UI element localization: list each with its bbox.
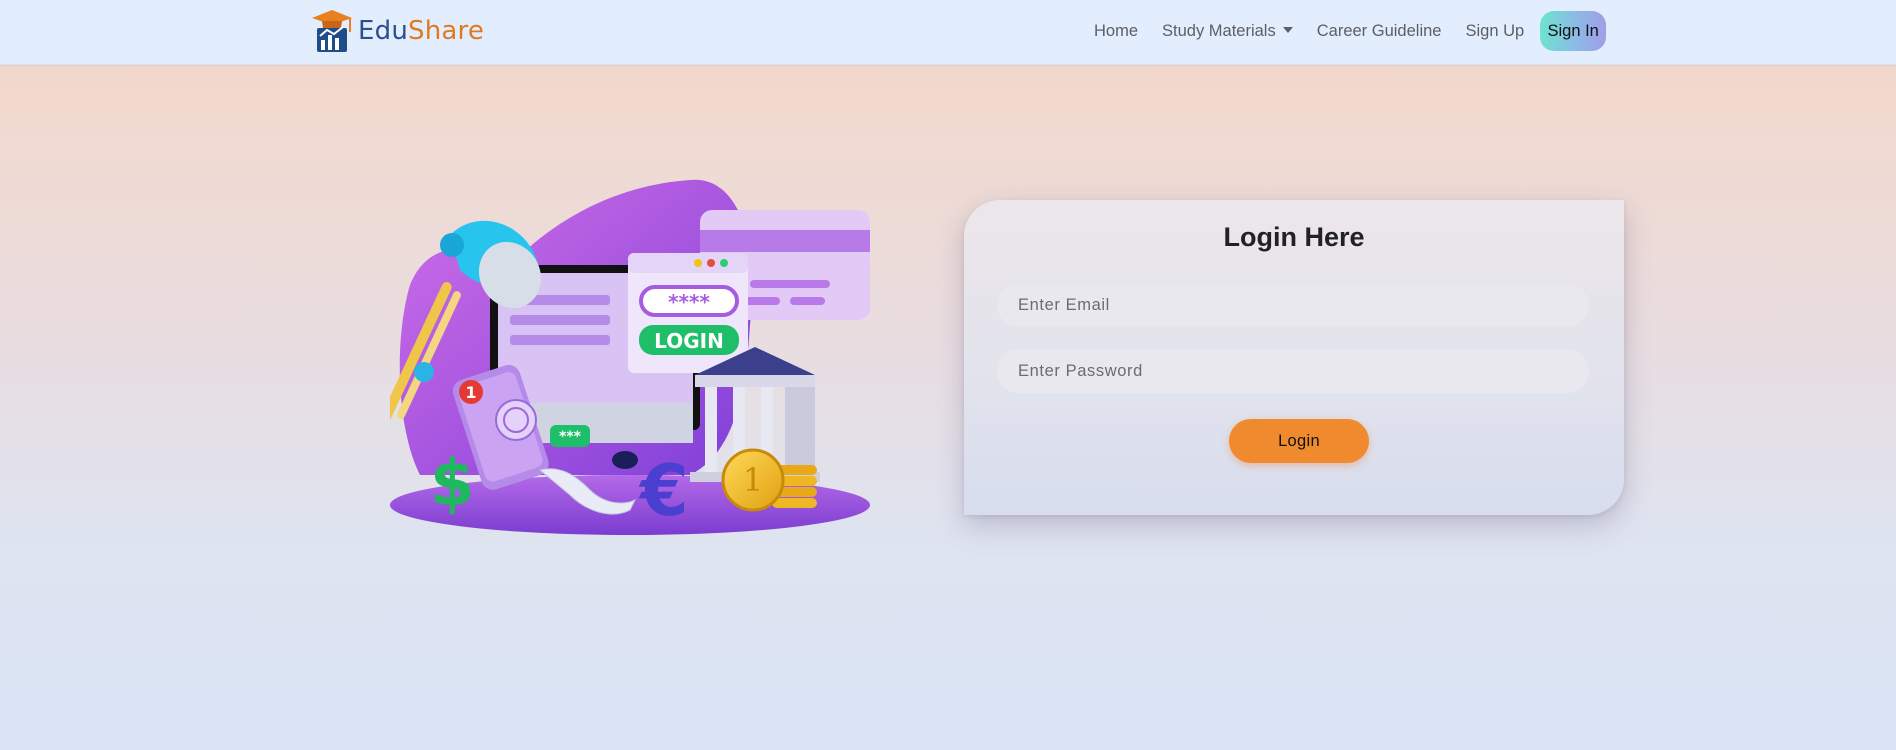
top-navbar: EduShare Home Study Materials Career Gui… [0,0,1896,65]
nav-career-guideline[interactable]: Career Guideline [1305,22,1454,41]
brand-name-part2: Share [408,16,485,46]
brand-name-part1: Edu [358,16,409,46]
brand-logo-icon [312,10,352,52]
svg-text:1: 1 [743,461,763,499]
notification-count-text: 1 [465,383,476,402]
nav-study-materials-dropdown[interactable]: Study Materials [1150,22,1305,41]
nav-home[interactable]: Home [1082,22,1150,41]
brand[interactable]: EduShare [308,8,484,54]
password-field[interactable] [996,348,1590,394]
password-mask-text: **** [668,290,710,314]
nav-study-materials-label: Study Materials [1162,21,1276,40]
email-field[interactable] [996,282,1590,328]
brand-name: EduShare [358,16,484,46]
nav-links: Home Study Materials Career Guideline Si… [1082,0,1607,62]
login-card: Login Here Login [964,200,1624,515]
login-button[interactable]: Login [1229,419,1369,463]
sign-in-button[interactable]: Sign In [1540,11,1607,51]
login-label-text: LOGIN [654,329,724,353]
login-title: Login Here [1223,222,1365,252]
nav-sign-up[interactable]: Sign Up [1453,22,1536,41]
otp-mask-text: *** [559,429,582,445]
caret-down-icon [1282,26,1293,33]
login-window-shape: **** LOGIN [628,253,748,373]
euro-sign-shape: € [638,450,689,532]
dollar-sign-shape: $ [430,447,475,521]
login-security-illustration: **** LOGIN 1 1 *** $ € [390,179,870,535]
